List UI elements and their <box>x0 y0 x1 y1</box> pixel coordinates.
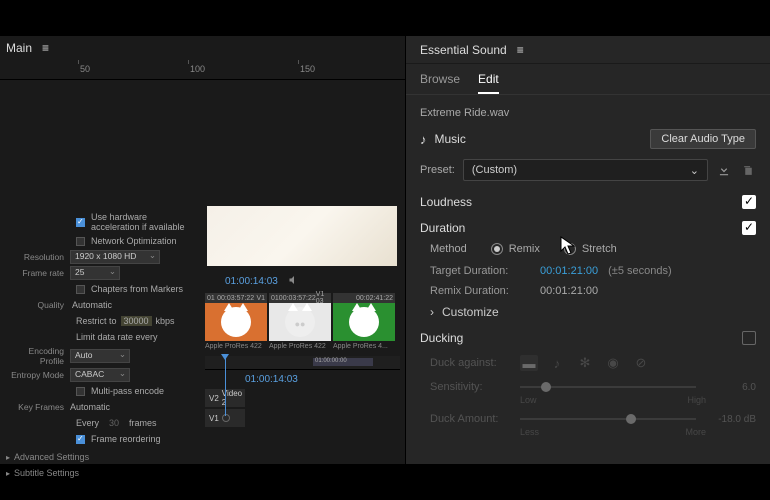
loudness-checkbox[interactable] <box>742 195 756 209</box>
duck-music-icon[interactable]: ♪ <box>548 355 566 371</box>
duck-amount-slider[interactable] <box>520 418 696 420</box>
timeline-timecode[interactable]: 01:00:14:03 <box>245 374 400 385</box>
duck-ambience-icon[interactable]: ◉ <box>604 355 622 371</box>
clip-browser: 0100:03:57:22V1 Apple ProRes 422 0100:03… <box>205 293 400 350</box>
preview-image[interactable] <box>207 206 397 266</box>
net-opt-checkbox[interactable] <box>76 237 85 246</box>
workspace-title: Main <box>6 41 32 55</box>
reorder-checkbox[interactable] <box>76 435 85 444</box>
duck-sfx-icon[interactable]: ✻ <box>576 355 594 371</box>
entropy-select[interactable]: CABAC <box>70 368 130 382</box>
resolution-select[interactable]: 1920 x 1080 HD <box>70 250 160 264</box>
clip-filename: Extreme Ride.wav <box>420 107 756 119</box>
speaker-icon[interactable] <box>288 274 300 289</box>
chevron-right-icon: › <box>430 305 434 319</box>
download-preset-icon[interactable] <box>716 162 732 178</box>
duck-unassigned-icon[interactable]: ⊘ <box>632 355 650 371</box>
method-stretch-radio[interactable]: Stretch <box>564 243 617 255</box>
subtitle-settings-expand[interactable]: Subtitle Settings <box>6 468 194 478</box>
clip-item[interactable]: 0100:03:57:22V1 03 ●● Apple ProRes 422 <box>269 293 331 350</box>
method-remix-radio[interactable]: Remix <box>491 243 540 255</box>
clip-item[interactable]: 0100:03:57:22V1 Apple ProRes 422 <box>205 293 267 350</box>
timeline[interactable]: 01:00:00:00 01:00:14:03 V2Video 2 V1 <box>205 356 400 429</box>
source-monitor: 01:00:14:03 0100:03:57:22V1 Apple ProRes… <box>205 206 400 350</box>
loudness-section-title[interactable]: Loudness <box>420 195 472 209</box>
ducking-checkbox[interactable] <box>742 331 756 345</box>
remix-duration-value: 00:01:21:00 <box>540 285 598 297</box>
target-duration-field[interactable]: 00:01:21:00 <box>540 265 598 277</box>
ducking-section-title[interactable]: Ducking <box>420 331 463 345</box>
hw-accel-checkbox[interactable] <box>76 218 85 227</box>
panel-menu-icon[interactable]: ≡ <box>517 43 524 57</box>
framerate-select[interactable]: 25 <box>70 266 120 280</box>
tab-browse[interactable]: Browse <box>420 72 460 94</box>
chevron-down-icon: ⌄ <box>690 164 699 177</box>
duration-checkbox[interactable] <box>742 221 756 235</box>
left-pane: Main ≡ 50 100 150 Use hardware accelerat… <box>0 36 405 464</box>
music-note-icon: ♪ <box>420 132 427 147</box>
sensitivity-slider[interactable] <box>520 386 696 388</box>
export-settings: Use hardware acceleration if available N… <box>0 206 200 482</box>
tab-edit[interactable]: Edit <box>478 72 499 94</box>
duck-dialogue-icon[interactable]: ▬ <box>520 355 538 371</box>
essential-sound-panel: Essential Sound ≡ Browse Edit Extreme Ri… <box>405 36 770 464</box>
customize-expand[interactable]: › Customize <box>430 305 756 319</box>
main-header: Main ≡ <box>0 36 405 60</box>
panel-title: Essential Sound <box>420 43 507 57</box>
clip-item[interactable]: 00:02:41:22 Apple ProRes 4... <box>333 293 395 350</box>
advanced-settings-expand[interactable]: Advanced Settings <box>6 452 194 462</box>
preset-select[interactable]: (Custom) ⌄ <box>463 159 708 181</box>
multipass-checkbox[interactable] <box>76 387 85 396</box>
audio-type-label: Music <box>435 132 466 146</box>
chapters-checkbox[interactable] <box>76 285 85 294</box>
delete-preset-icon[interactable] <box>740 162 756 178</box>
menu-icon[interactable]: ≡ <box>42 41 49 55</box>
bitrate-field[interactable]: 30000 <box>121 316 152 326</box>
duration-section-title[interactable]: Duration <box>420 221 465 235</box>
time-ruler[interactable]: 50 100 150 <box>0 60 405 80</box>
clear-audio-type-button[interactable]: Clear Audio Type <box>650 129 756 149</box>
playhead[interactable] <box>225 356 226 416</box>
preview-timecode[interactable]: 01:00:14:03 <box>225 276 278 287</box>
enc-profile-select[interactable]: Auto <box>70 349 130 363</box>
